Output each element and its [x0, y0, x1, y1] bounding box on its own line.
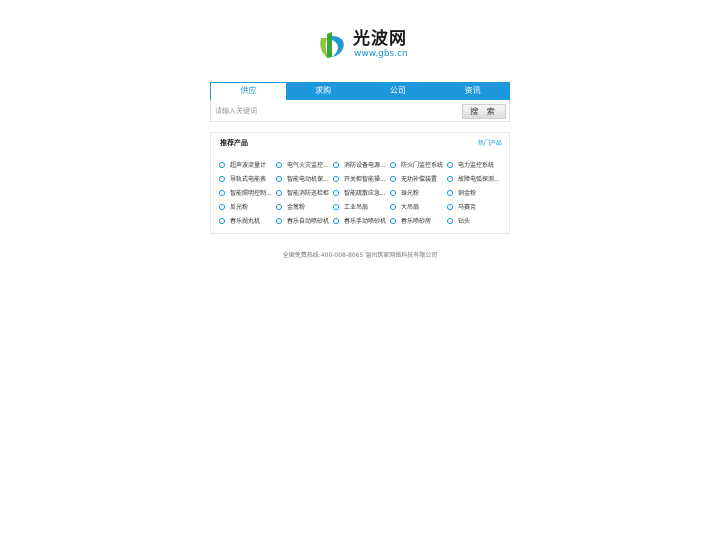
search-icon [276, 189, 282, 196]
search-icon [219, 189, 225, 196]
product-link[interactable]: 消防设备电源... [333, 161, 386, 171]
search-button[interactable]: 搜 索 [462, 104, 506, 119]
product-label: 春乐手动喷砂机 [344, 218, 387, 225]
product-label: 电气火灾监控... [287, 162, 329, 169]
product-label: 智能照明控制... [230, 190, 272, 197]
product-link[interactable]: 工业吊扇 [333, 203, 368, 213]
product-label: 工业吊扇 [344, 204, 369, 211]
tab-news[interactable]: 资讯 [435, 82, 510, 100]
product-link[interactable]: 春乐喷砂房 [390, 217, 431, 227]
search-icon [447, 189, 453, 196]
search-icon [219, 175, 225, 182]
tab-purchase[interactable]: 求购 [286, 82, 361, 100]
search-icon [219, 217, 225, 224]
product-label: 钻头 [458, 218, 471, 225]
search-icon [333, 175, 339, 182]
search-icon [447, 161, 453, 168]
product-label: 电力监控系统 [458, 162, 495, 169]
product-label: 防火门监控系统 [401, 162, 444, 169]
product-link[interactable]: 电气火灾监控... [276, 161, 329, 171]
search-icon [333, 161, 339, 168]
search-icon [447, 217, 453, 224]
product-link[interactable]: 智能电动机保... [276, 175, 329, 185]
product-label: 消防设备电源... [344, 162, 386, 169]
product-link[interactable]: 故障电弧探测... [447, 175, 500, 185]
recommended-products-panel: 推荐产品 热门产品 超声波流量计 电气火灾监控... 消防设备电源... 防火门监控系… [210, 132, 510, 234]
product-link[interactable]: 防火门监控系统 [390, 161, 443, 171]
search-icon [219, 161, 225, 168]
product-link[interactable]: 智能消防巡检柜 [276, 189, 329, 199]
search-icon [276, 203, 282, 210]
product-label: 铜金粉 [458, 190, 477, 197]
footer-text: 全国免费热线:400-008-8065 温州筑家网络科技有限公司 [282, 252, 438, 259]
search-icon [390, 175, 396, 182]
tab-supply[interactable]: 供应 [210, 82, 286, 100]
product-link[interactable]: 马赛克 [447, 203, 476, 213]
site-logo[interactable]: 光波网 www.gbs.cn [317, 28, 417, 62]
product-label: 导轨式电能表 [230, 176, 267, 183]
product-label: 反光粉 [230, 204, 249, 211]
search-icon [390, 189, 396, 196]
product-label: 故障电弧探测... [458, 176, 500, 183]
product-label: 开关柜智能操... [344, 176, 386, 183]
product-link[interactable]: 大吊扇 [390, 203, 419, 213]
product-label: 珠光粉 [401, 190, 420, 197]
search-icon [276, 161, 282, 168]
search-icon [390, 161, 396, 168]
product-label: 无功补偿装置 [401, 176, 438, 183]
search-input[interactable] [215, 103, 455, 118]
product-link[interactable]: 珠光粉 [390, 189, 419, 199]
search-icon [333, 217, 339, 224]
product-label: 大吊扇 [401, 204, 420, 211]
product-link[interactable]: 无功补偿装置 [390, 175, 437, 185]
search-icon [447, 175, 453, 182]
logo-mark-icon [320, 32, 344, 58]
product-link[interactable]: 春乐自动喷砂机 [276, 217, 329, 227]
product-label: 智能电动机保... [287, 176, 329, 183]
search-category-tabs: 供应 求购 公司 资讯 [210, 82, 510, 100]
product-label: 春乐喷砂房 [401, 218, 432, 225]
product-link[interactable]: 钻头 [447, 217, 470, 227]
search-icon [390, 203, 396, 210]
search-icon [276, 217, 282, 224]
product-label: 马赛克 [458, 204, 477, 211]
product-link[interactable]: 春乐抛丸机 [219, 217, 260, 227]
product-label: 春乐抛丸机 [230, 218, 261, 225]
product-link[interactable]: 铜金粉 [447, 189, 476, 199]
hot-products-link[interactable]: 热门产品 [478, 138, 502, 147]
product-link[interactable]: 开关柜智能操... [333, 175, 386, 185]
product-label: 金葱粉 [287, 204, 306, 211]
product-link[interactable]: 春乐手动喷砂机 [333, 217, 386, 227]
search-icon [276, 175, 282, 182]
search-icon [333, 189, 339, 196]
search-icon [447, 203, 453, 210]
product-label: 超声波流量计 [230, 162, 267, 169]
product-link[interactable]: 反光粉 [219, 203, 248, 213]
logo-title: 光波网 [353, 29, 407, 49]
product-link[interactable]: 电力监控系统 [447, 161, 494, 171]
product-label: 智能疏散应急... [344, 190, 386, 197]
product-link[interactable]: 导轨式电能表 [219, 175, 266, 185]
search-icon [333, 203, 339, 210]
product-label: 智能消防巡检柜 [287, 190, 330, 197]
product-link[interactable]: 智能照明控制... [219, 189, 272, 199]
product-link[interactable]: 智能疏散应急... [333, 189, 386, 199]
search-icon [219, 203, 225, 210]
panel-title: 推荐产品 [220, 139, 248, 147]
search-icon [390, 217, 396, 224]
logo-url: www.gbs.cn [354, 49, 408, 59]
product-label: 春乐自动喷砂机 [287, 218, 330, 225]
product-link[interactable]: 金葱粉 [276, 203, 305, 213]
tab-company[interactable]: 公司 [361, 82, 436, 100]
product-link[interactable]: 超声波流量计 [219, 161, 266, 171]
